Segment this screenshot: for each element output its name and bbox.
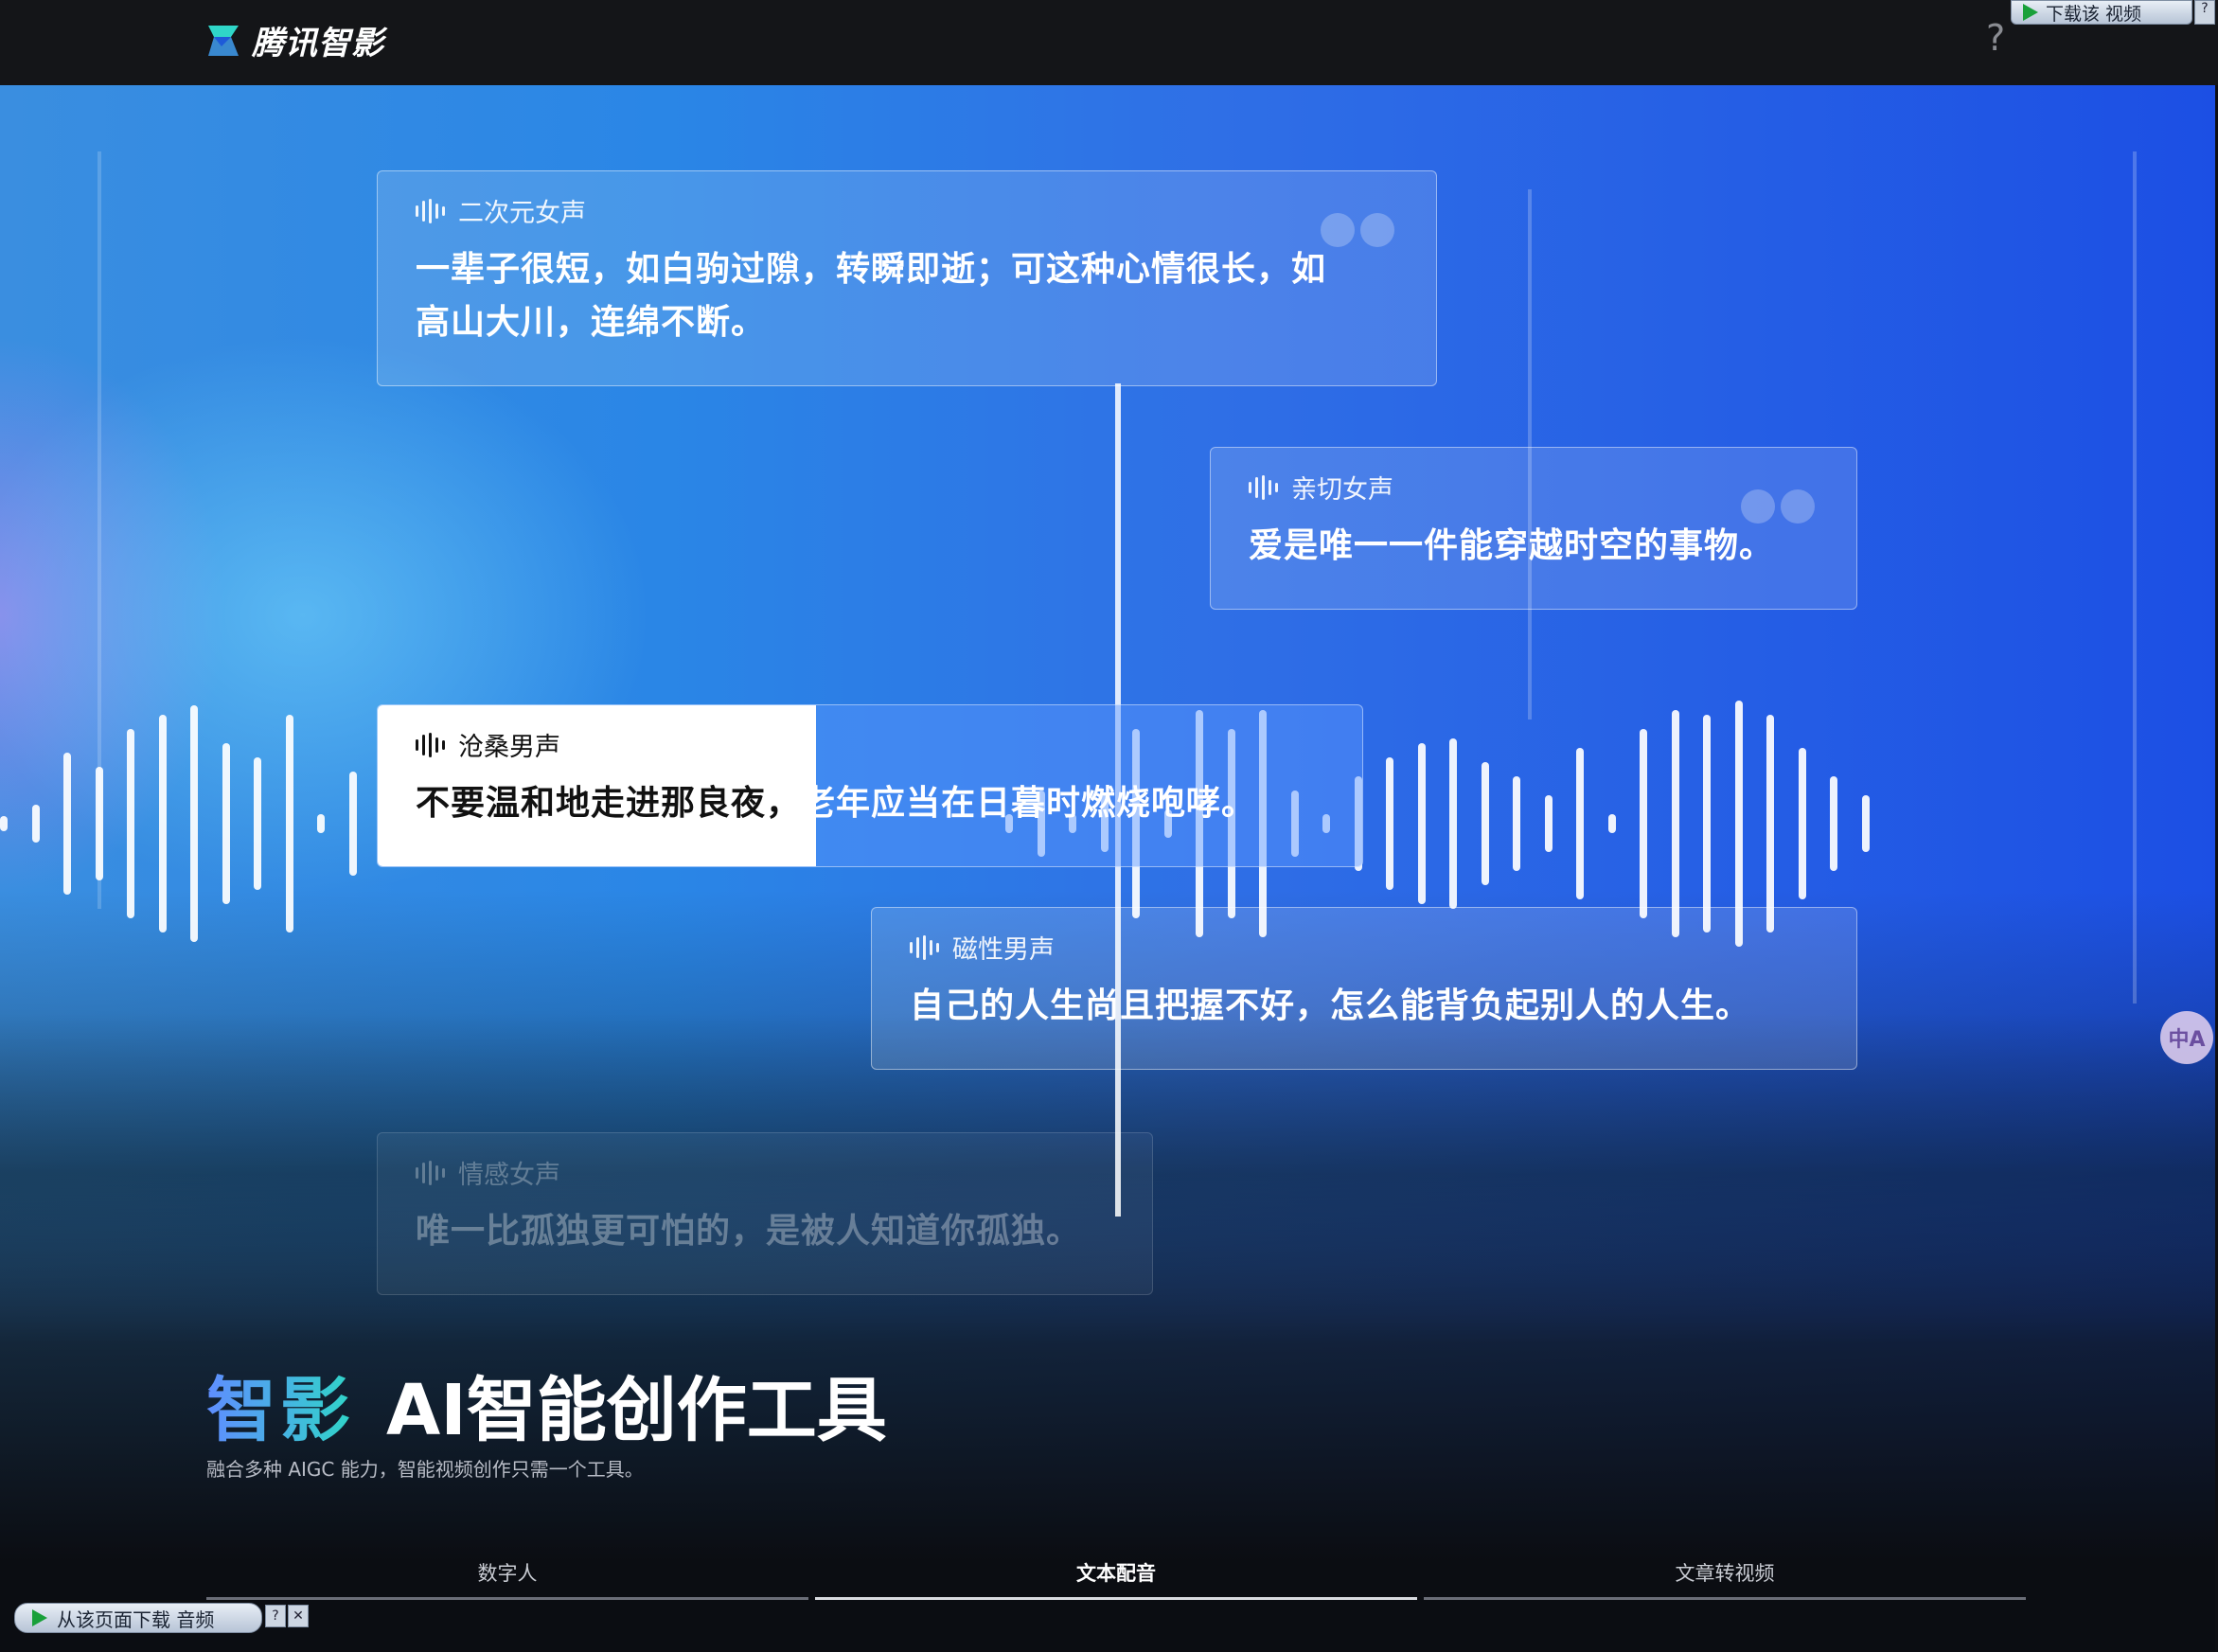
help-icon[interactable]: ? bbox=[1986, 17, 2005, 59]
voice-name: 二次元女声 bbox=[458, 199, 586, 228]
sample-text-played: 不要温和地走进那良夜， bbox=[416, 783, 802, 823]
voice-wave-icon bbox=[416, 732, 445, 757]
waveform-bar bbox=[95, 767, 103, 880]
voice-wave-icon bbox=[1249, 474, 1278, 500]
logo-icon bbox=[208, 25, 239, 56]
waveform-bar bbox=[1798, 748, 1806, 899]
download-video-help-button[interactable]: ? bbox=[2194, 0, 2215, 25]
waveform-bar bbox=[190, 705, 198, 942]
tab-article-to-video[interactable]: 文章转视频 bbox=[1424, 1553, 2026, 1600]
tab-indicator bbox=[815, 1597, 1417, 1600]
voice-sample-card[interactable]: 亲切女声 爱是唯一一件能穿越时空的事物。 bbox=[1210, 447, 1857, 610]
sample-text: 唯一比孤独更可怕的，是被人知道你孤独。 bbox=[416, 1211, 1082, 1251]
top-navigation-bar: 腾讯智影 ? bbox=[0, 0, 2218, 85]
play-icon bbox=[32, 1609, 47, 1626]
sample-text: 不要温和地走进那良夜，老年应当在日暮时燃烧咆哮。 bbox=[416, 776, 1324, 829]
voice-sample-card[interactable]: 情感女声 唯一比孤独更可怕的，是被人知道你孤独。 bbox=[377, 1132, 1153, 1295]
waveform-bar bbox=[127, 729, 134, 918]
logo-text: 腾讯智影 bbox=[252, 25, 384, 62]
waveform-bar bbox=[1861, 795, 1870, 852]
download-video-button[interactable]: 下载该 视频 bbox=[2011, 0, 2192, 25]
voice-sample-card[interactable]: 二次元女声 一辈子很短，如白驹过隙，转瞬即逝；可这种心情很长，如 高山大川，连绵… bbox=[377, 170, 1437, 386]
waveform-bar bbox=[1671, 710, 1679, 937]
voice-name: 情感女声 bbox=[458, 1161, 560, 1190]
waveform-bar bbox=[285, 715, 293, 933]
download-audio-help-button[interactable]: ? bbox=[265, 1605, 286, 1627]
sample-text: 爱是唯一一件能穿越时空的事物。 bbox=[1249, 525, 1775, 565]
voice-label: 亲切女声 bbox=[1249, 469, 1819, 506]
waveform-bar bbox=[1766, 715, 1774, 933]
tab-label: 文本配音 bbox=[1076, 1562, 1156, 1585]
voice-name: 磁性男声 bbox=[952, 935, 1055, 965]
hero-headline: 智影 AI智能创作工具 bbox=[206, 1354, 887, 1455]
tab-label: 数字人 bbox=[477, 1562, 538, 1585]
logo[interactable]: 腾讯智影 bbox=[206, 17, 384, 63]
waveform-bar bbox=[31, 805, 40, 843]
waveform-bar bbox=[158, 715, 167, 933]
waveform-bar bbox=[317, 814, 325, 833]
voice-label: 情感女声 bbox=[416, 1154, 1114, 1191]
sample-text-remaining: 老年应当在日暮时燃烧咆哮。 bbox=[801, 783, 1257, 823]
waveform-bar bbox=[1481, 762, 1489, 885]
waveform-bar bbox=[0, 816, 8, 831]
waveform-bar bbox=[1830, 776, 1837, 871]
hero-subtitle: 融合多种 AIGC 能力，智能视频创作只需一个工具。 bbox=[206, 1458, 644, 1481]
sample-text-line: 一辈子很短，如白驹过隙，转瞬即逝；可这种心情很长，如 bbox=[416, 249, 1327, 289]
download-audio-button[interactable]: 从该页面下载 音频 bbox=[14, 1603, 262, 1633]
waveform-bar bbox=[1703, 715, 1711, 933]
waveform-bar bbox=[63, 753, 71, 895]
waveform-bar bbox=[1576, 748, 1584, 899]
download-audio-close-button[interactable]: ✕ bbox=[288, 1605, 309, 1627]
voice-sample-card-active[interactable]: 沧桑男声 不要温和地走进那良夜，老年应当在日暮时燃烧咆哮。 bbox=[377, 704, 1363, 867]
tab-indicator bbox=[206, 1597, 808, 1600]
waveform-bar bbox=[348, 772, 357, 876]
waveform-bar bbox=[1386, 757, 1393, 890]
voice-label: 二次元女声 bbox=[416, 192, 1398, 229]
waveform-bar bbox=[1544, 795, 1553, 852]
sample-text: 一辈子很短，如白驹过隙，转瞬即逝；可这种心情很长，如 高山大川，连绵不断。 bbox=[416, 242, 1398, 348]
voice-label: 磁性男声 bbox=[910, 929, 1819, 966]
voice-wave-icon bbox=[416, 1160, 445, 1185]
translate-icon[interactable]: 中A bbox=[2160, 1011, 2213, 1064]
guide-line bbox=[2133, 151, 2137, 1004]
voice-name: 亲切女声 bbox=[1291, 475, 1393, 505]
play-icon bbox=[2023, 4, 2038, 21]
tab-label: 文章转视频 bbox=[1675, 1562, 1775, 1585]
feature-tabs: 数字人 文本配音 文章转视频 bbox=[206, 1553, 2026, 1600]
download-audio-label: 从该页面下载 音频 bbox=[57, 1608, 215, 1631]
hero-title: AI智能创作工具 bbox=[386, 1370, 887, 1451]
sample-text-line: 高山大川，连绵不断。 bbox=[416, 302, 767, 342]
tab-digital-human[interactable]: 数字人 bbox=[206, 1553, 808, 1600]
waveform-bar bbox=[254, 757, 261, 890]
waveform-bar bbox=[222, 743, 230, 904]
hero-brand: 智影 bbox=[206, 1354, 354, 1455]
waveform-bar bbox=[1449, 738, 1457, 909]
voice-sample-card[interactable]: 磁性男声 自己的人生尚且把握不好，怎么能背负起别人的人生。 bbox=[871, 907, 1857, 1070]
tab-indicator bbox=[1424, 1597, 2026, 1600]
tab-text-to-speech[interactable]: 文本配音 bbox=[815, 1553, 1417, 1600]
voice-wave-icon bbox=[910, 934, 939, 960]
quote-icon bbox=[1321, 213, 1394, 247]
voice-wave-icon bbox=[416, 198, 445, 223]
waveform-bar bbox=[1607, 814, 1616, 833]
voice-label: 沧桑男声 bbox=[416, 726, 1324, 763]
waveform-bar bbox=[1417, 743, 1426, 904]
voice-name: 沧桑男声 bbox=[458, 733, 560, 762]
waveform-bar bbox=[1640, 729, 1647, 918]
quote-icon bbox=[1741, 489, 1815, 524]
sample-text: 自己的人生尚且把握不好，怎么能背负起别人的人生。 bbox=[910, 986, 1751, 1025]
download-video-label: 下载该 视频 bbox=[2046, 3, 2142, 25]
waveform-bar bbox=[1513, 776, 1520, 871]
